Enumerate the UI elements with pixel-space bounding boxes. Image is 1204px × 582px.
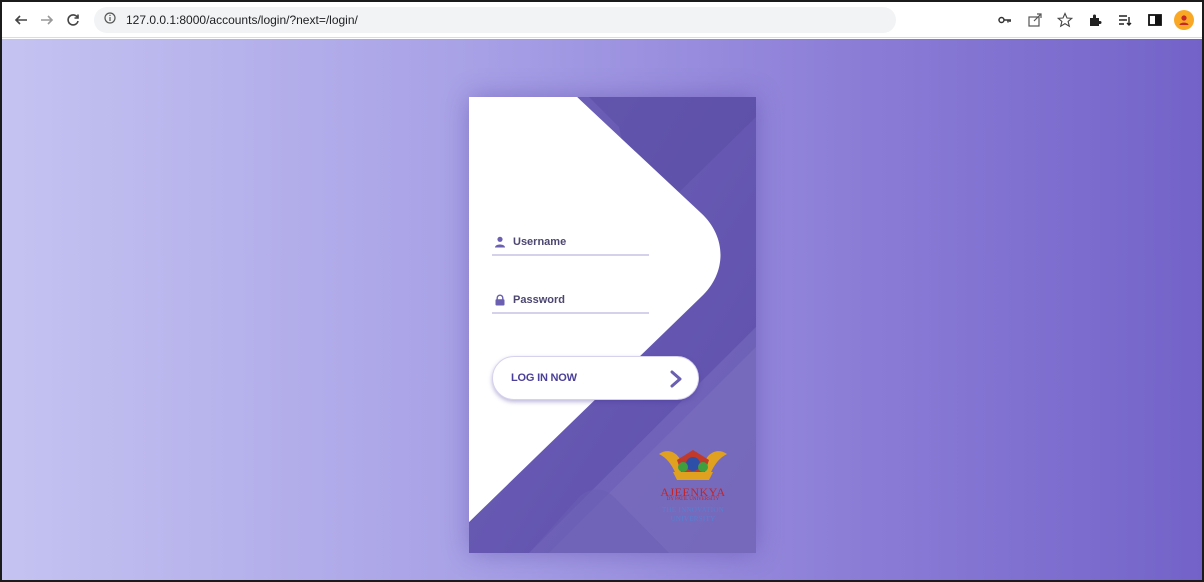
browser-toolbar: 127.0.0.1:8000/accounts/login/?next=/log… — [2, 2, 1202, 38]
side-panel-icon[interactable] — [1142, 7, 1168, 33]
chevron-right-icon — [670, 370, 682, 388]
logo-subtitle: DY PATIL UNIVERSITY — [666, 497, 720, 502]
star-icon[interactable] — [1052, 7, 1078, 33]
reload-icon[interactable] — [60, 7, 86, 33]
share-icon[interactable] — [1022, 7, 1048, 33]
info-icon[interactable] — [104, 12, 120, 27]
url-text: 127.0.0.1:8000/accounts/login/?next=/log… — [126, 12, 358, 27]
logo-tagline-line1: THE INNOVATION — [661, 506, 725, 514]
profile-icon[interactable] — [1174, 10, 1194, 30]
username-input[interactable] — [513, 236, 643, 248]
reading-list-icon[interactable] — [1112, 7, 1138, 33]
login-button[interactable]: LOG IN NOW — [492, 356, 699, 400]
forward-arrow-icon[interactable] — [34, 7, 60, 33]
page-viewport: LOG IN NOW AJEENKYA DY PATIL UNIVERSITY … — [2, 39, 1202, 580]
toolbar-actions — [988, 7, 1194, 33]
username-field — [492, 230, 649, 256]
address-bar[interactable]: 127.0.0.1:8000/accounts/login/?next=/log… — [94, 6, 896, 33]
password-field — [492, 288, 649, 314]
browser-window: 127.0.0.1:8000/accounts/login/?next=/log… — [0, 0, 1204, 582]
logo-tagline-line2: UNIVERSITY — [670, 515, 716, 523]
lock-icon — [493, 293, 507, 307]
back-arrow-icon[interactable] — [8, 7, 34, 33]
user-icon — [493, 235, 507, 249]
key-icon[interactable] — [992, 7, 1018, 33]
password-input[interactable] — [513, 294, 643, 306]
login-button-label: LOG IN NOW — [511, 372, 577, 384]
extensions-icon[interactable] — [1082, 7, 1108, 33]
login-card: LOG IN NOW AJEENKYA DY PATIL UNIVERSITY … — [469, 97, 756, 553]
